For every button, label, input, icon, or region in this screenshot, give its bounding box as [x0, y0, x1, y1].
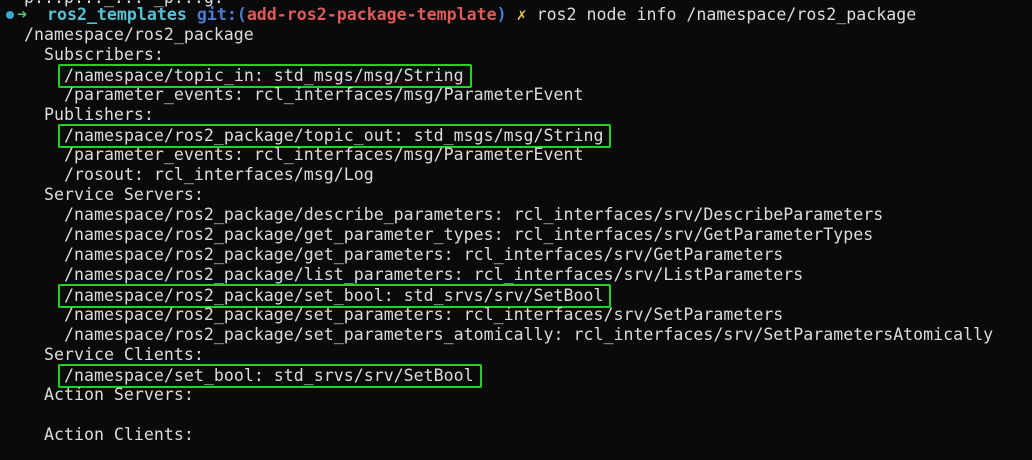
action-servers-header: Action Servers:: [44, 385, 194, 404]
command-text[interactable]: ros2 node info /namespace/ros2_package: [537, 5, 917, 24]
prompt-arrow-icon: ➜: [17, 5, 27, 24]
publisher-item: /parameter_events: rcl_interfaces/msg/Pa…: [64, 145, 584, 164]
publisher-item-highlighted: /namespace/ros2_package/topic_out: std_m…: [58, 124, 612, 148]
git-label: git:(: [196, 5, 247, 24]
status-dot-icon: [6, 11, 14, 19]
prompt-directory: ros2_templates: [46, 5, 187, 24]
publisher-item: /rosout: rcl_interfaces/msg/Log: [64, 165, 374, 184]
subscribers-header: Subscribers:: [44, 45, 164, 64]
publishers-header: Publishers:: [44, 105, 154, 124]
git-branch: add-ros2-package-template: [246, 5, 497, 24]
service-server-item: /namespace/ros2_package/describe_paramet…: [64, 205, 884, 224]
service-server-item: /namespace/ros2_package/set_parameters_a…: [64, 325, 994, 344]
service-server-item: /namespace/ros2_package/get_parameter_ty…: [64, 225, 874, 244]
action-clients-header: Action Clients:: [44, 425, 194, 444]
service-server-item: /namespace/ros2_package/list_parameters:…: [64, 265, 804, 284]
prompt-line: ➜ ros2_templates git:(add-ros2-package-t…: [0, 5, 916, 25]
service-server-item: /namespace/ros2_package/set_parameters: …: [64, 305, 784, 324]
node-name: /namespace/ros2_package: [24, 25, 254, 44]
service-client-item-highlighted: /namespace/set_bool: std_srvs/srv/SetBoo…: [58, 364, 482, 388]
subscriber-item: /parameter_events: rcl_interfaces/msg/Pa…: [64, 85, 584, 104]
service-clients-header: Service Clients:: [44, 345, 204, 364]
subscriber-item-highlighted: /namespace/topic_in: std_msgs/msg/String: [58, 64, 472, 88]
dirty-indicator-icon: ✗: [516, 5, 527, 24]
service-servers-header: Service Servers:: [44, 185, 204, 204]
service-server-item: /namespace/ros2_package/get_parameters: …: [64, 245, 784, 264]
git-close: ): [496, 5, 507, 24]
service-server-item-highlighted: /namespace/ros2_package/set_bool: std_sr…: [58, 284, 612, 308]
terminal-window[interactable]: p...p..._... _p...g. ➜ ros2_templates gi…: [0, 0, 1032, 460]
